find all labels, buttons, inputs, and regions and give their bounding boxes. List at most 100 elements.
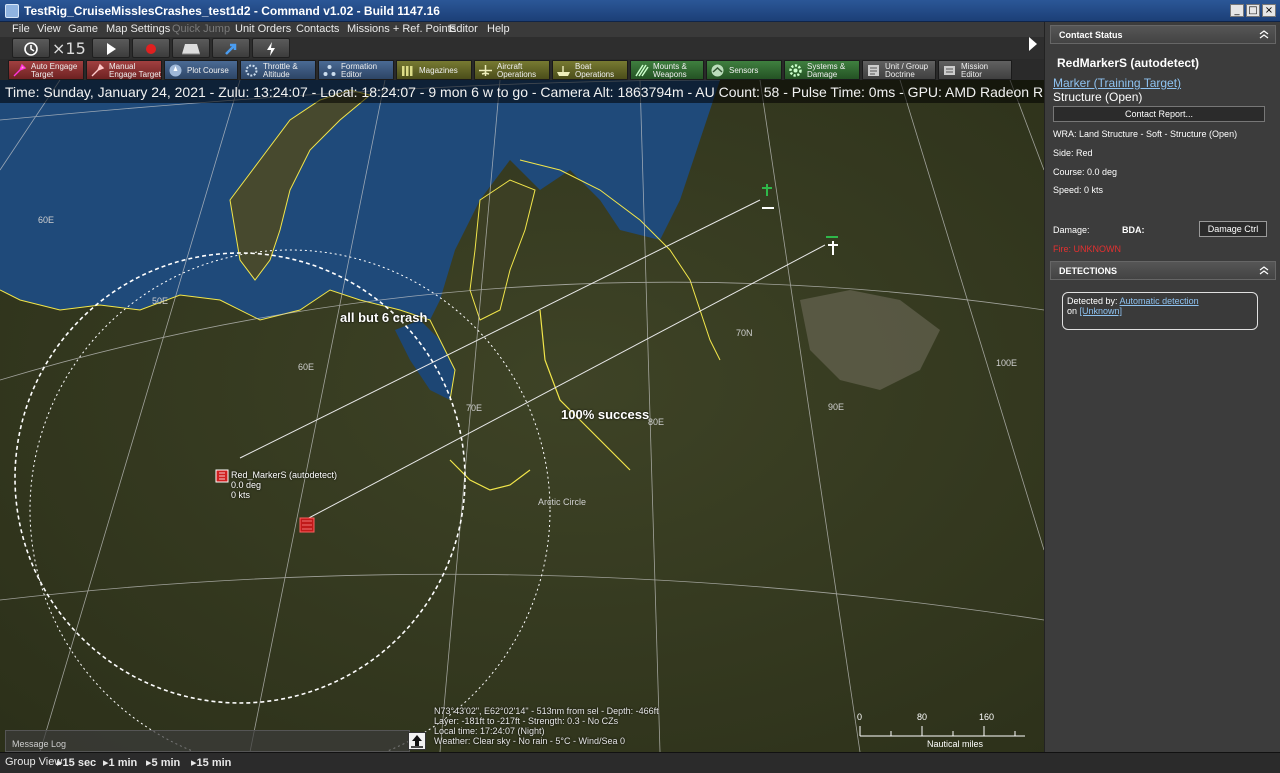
magazines-button[interactable]: Magazines bbox=[396, 60, 472, 80]
grid-label-100e: 100E bbox=[996, 358, 1018, 368]
time-step-5min[interactable]: ▸5 min bbox=[146, 756, 180, 769]
doctrine-button[interactable]: Unit / Group Doctrine bbox=[862, 60, 936, 80]
grid-label-60e: 60E bbox=[298, 362, 315, 372]
menu-editor[interactable]: Editor bbox=[449, 23, 478, 35]
menu-help[interactable]: Help bbox=[487, 23, 510, 35]
contact-type-link[interactable]: Marker (Training Target) bbox=[1053, 76, 1181, 90]
contact-status-title: Contact Status bbox=[1059, 30, 1123, 40]
doctrine-icon bbox=[868, 65, 879, 76]
detection-entry: Detected by: Automatic detection on [Unk… bbox=[1062, 292, 1258, 330]
scale-ruler bbox=[859, 726, 1025, 737]
contact-name: RedMarkerS (autodetect) bbox=[1057, 56, 1200, 70]
damage-ctrl-button[interactable]: Damage Ctrl bbox=[1199, 221, 1267, 237]
sensors-button[interactable]: Sensors bbox=[706, 60, 782, 80]
minimize-button[interactable]: _ bbox=[1230, 4, 1244, 17]
message-log[interactable]: Message Log bbox=[5, 730, 410, 752]
grid-label-60e-west: 60E bbox=[38, 215, 55, 225]
scale-bar: 0 80 160 Nautical miles bbox=[855, 712, 1030, 752]
boat-operations-button[interactable]: Boat Operations bbox=[552, 60, 628, 80]
scale-tick-80: 80 bbox=[917, 712, 928, 722]
unit-course: 0.0 deg bbox=[231, 480, 262, 490]
boat-operations-label: Boat Operations bbox=[575, 62, 615, 79]
menu-view[interactable]: View bbox=[37, 23, 61, 35]
fire-status: Fire: UNKNOWN bbox=[1053, 244, 1121, 254]
record-button[interactable] bbox=[132, 38, 170, 58]
throttle-altitude-label: Throttle & Altitude bbox=[263, 62, 298, 79]
mission-editor-label: Mission Editor bbox=[961, 62, 989, 79]
systems-icon bbox=[789, 64, 802, 77]
mission-editor-icon bbox=[944, 66, 955, 75]
red-target-marker[interactable] bbox=[299, 517, 315, 533]
detections-title: DETECTIONS bbox=[1059, 266, 1118, 276]
maximize-button[interactable]: □ bbox=[1246, 4, 1260, 17]
menu-quick-jump[interactable]: Quick Jump bbox=[172, 23, 230, 35]
auto-engage-icon bbox=[13, 63, 27, 77]
close-button[interactable]: × bbox=[1262, 4, 1276, 17]
clock-button[interactable] bbox=[12, 38, 50, 58]
detections-header[interactable]: DETECTIONS bbox=[1050, 261, 1276, 280]
manual-engage-button[interactable]: Manual Engage Target bbox=[86, 60, 162, 80]
map-canvas[interactable] bbox=[0, 80, 1044, 752]
detected-by-link[interactable]: Automatic detection bbox=[1120, 296, 1199, 306]
damage-label: Damage: bbox=[1053, 225, 1090, 235]
mission-editor-button[interactable]: Mission Editor bbox=[938, 60, 1012, 80]
bottom-bar: Group View ▸15 sec ▸1 min ▸5 min ▸15 min bbox=[0, 752, 1280, 773]
collapse-icon[interactable] bbox=[1259, 265, 1269, 275]
contact-course: Course: 0.0 deg bbox=[1053, 167, 1118, 177]
annotation-all-but-6-crash: all but 6 crash bbox=[340, 310, 428, 325]
time-step-15sec[interactable]: ▸15 sec bbox=[57, 756, 96, 769]
tactical-map[interactable]: all but 6 crash 100% success 60E 50E 60E… bbox=[0, 80, 1044, 752]
throttle-icon bbox=[245, 64, 258, 77]
systems-damage-button[interactable]: Systems & Damage bbox=[784, 60, 860, 80]
annotation-100-success: 100% success bbox=[561, 407, 650, 422]
plot-course-button[interactable]: Plot Course bbox=[164, 60, 238, 80]
time-step-1min-label: 1 min bbox=[108, 757, 138, 769]
aircraft-operations-button[interactable]: Aircraft Operations bbox=[474, 60, 550, 80]
collapse-icon[interactable] bbox=[1259, 29, 1269, 39]
group-view-button[interactable]: Group View bbox=[5, 756, 62, 768]
time-step-1min[interactable]: ▸1 min bbox=[103, 756, 137, 769]
detected-on-link[interactable]: [Unknown] bbox=[1080, 306, 1123, 316]
contact-report-button[interactable]: Contact Report... bbox=[1053, 106, 1265, 122]
menu-file[interactable]: File bbox=[12, 23, 30, 35]
menu-contacts[interactable]: Contacts bbox=[296, 23, 339, 35]
manual-engage-icon bbox=[91, 63, 105, 77]
contact-wra: WRA: Land Structure - Soft - Structure (… bbox=[1053, 129, 1238, 139]
panel-toggle-arrow-icon[interactable] bbox=[1028, 36, 1038, 52]
sensors-icon bbox=[711, 64, 724, 77]
lightning-icon bbox=[267, 42, 275, 56]
mounts-weapons-button[interactable]: Mounts & Weapons bbox=[630, 60, 704, 80]
contact-panel: Contact Status RedMarkerS (autodetect) M… bbox=[1044, 22, 1280, 752]
contact-speed: Speed: 0 kts bbox=[1053, 185, 1104, 195]
time-step-15min[interactable]: ▸15 min bbox=[191, 756, 231, 769]
grid-label-70e: 70E bbox=[466, 403, 483, 413]
detected-by-label: Detected by: bbox=[1067, 296, 1118, 306]
scale-tick-0: 0 bbox=[857, 712, 863, 722]
record-icon bbox=[146, 44, 156, 54]
auto-engage-button[interactable]: Auto Engage Target bbox=[8, 60, 84, 80]
magazines-icon bbox=[402, 66, 413, 76]
menu-unit-orders[interactable]: Unit Orders bbox=[235, 23, 291, 35]
menu-game[interactable]: Game bbox=[68, 23, 98, 35]
doctrine-label: Unit / Group Doctrine bbox=[885, 62, 929, 79]
app-icon bbox=[5, 4, 19, 18]
play-button[interactable] bbox=[92, 38, 130, 58]
menu-missions[interactable]: Missions + Ref. Points bbox=[347, 23, 456, 35]
lightning-button[interactable] bbox=[252, 38, 290, 58]
runway-button[interactable] bbox=[172, 38, 210, 58]
cursor-position: N73°43'02", E62°02'14" - 513nm from sel … bbox=[434, 706, 659, 716]
red-marker-unit[interactable] bbox=[215, 469, 229, 483]
time-compression-label[interactable]: ×15 bbox=[52, 39, 86, 58]
time-step-5min-label: 5 min bbox=[151, 757, 181, 769]
formation-editor-button[interactable]: Formation Editor bbox=[318, 60, 394, 80]
grid-label-70n: 70N bbox=[736, 328, 753, 338]
unit-toolbar: Auto Engage Target Manual Engage Target … bbox=[0, 59, 1044, 80]
sensors-label: Sensors bbox=[729, 66, 759, 75]
contact-status-header[interactable]: Contact Status bbox=[1050, 25, 1276, 44]
runway-icon bbox=[182, 44, 200, 55]
upload-icon[interactable] bbox=[408, 732, 426, 750]
throttle-altitude-button[interactable]: Throttle & Altitude bbox=[240, 60, 316, 80]
arrow-button[interactable] bbox=[212, 38, 250, 58]
menu-map-settings[interactable]: Map Settings bbox=[106, 23, 170, 35]
contact-subtype: Structure (Open) bbox=[1053, 90, 1143, 104]
